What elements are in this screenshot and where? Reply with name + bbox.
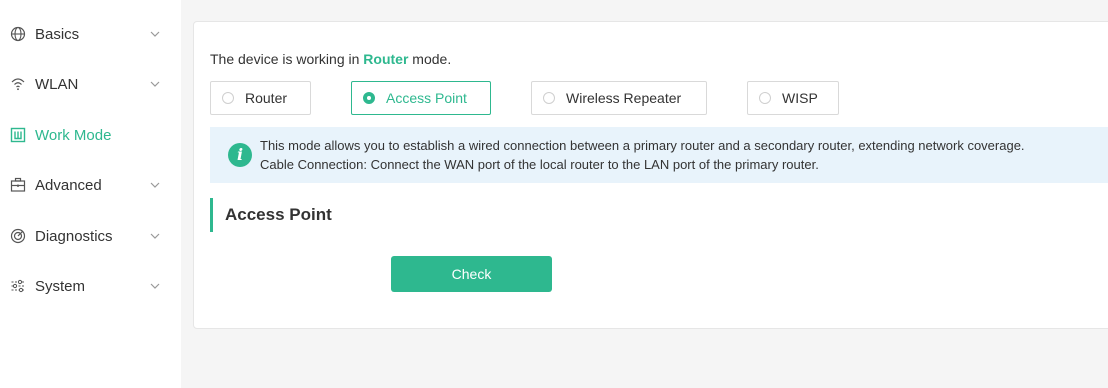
chevron-down-icon <box>150 182 160 188</box>
sidebar-item-label: Advanced <box>35 176 102 194</box>
check-button[interactable]: Check <box>391 256 552 292</box>
section-title: Access Point <box>210 198 332 232</box>
sidebar-item-system[interactable]: System <box>0 271 181 301</box>
wifi-icon <box>10 76 26 92</box>
mode-option-label: WISP <box>782 90 818 106</box>
current-mode: Router <box>363 51 409 67</box>
diagnostics-icon <box>10 228 26 244</box>
sidebar-item-label: System <box>35 277 86 295</box>
system-icon <box>10 278 26 294</box>
info-text: This mode allows you to establish a wire… <box>260 136 1025 174</box>
mode-option-label: Wireless Repeater <box>566 90 682 106</box>
sidebar-item-advanced[interactable]: Advanced <box>0 170 181 200</box>
mode-option-wireless-repeater[interactable]: Wireless Repeater <box>531 81 707 115</box>
radio-button[interactable] <box>222 92 234 104</box>
info-cable-connection: Cable Connection: Connect the WAN port o… <box>260 157 819 172</box>
radio-button[interactable] <box>543 92 555 104</box>
mode-option-label: Router <box>245 90 288 106</box>
sidebar-item-basics[interactable]: Basics <box>0 19 181 49</box>
sidebar-item-work-mode[interactable]: Work Mode <box>0 120 181 150</box>
info-description: This mode allows you to establish a wire… <box>260 138 1025 153</box>
mode-option-wisp[interactable]: WISP <box>747 81 839 115</box>
chevron-down-icon <box>150 233 160 239</box>
sidebar-item-diagnostics[interactable]: Diagnostics <box>0 221 181 251</box>
advanced-icon <box>10 177 26 193</box>
sidebar-item-label: Basics <box>35 25 80 43</box>
sidebar: Basics WLAN Work Mode Advanced Diagnosti… <box>0 0 181 388</box>
mode-option-router[interactable]: Router <box>210 81 311 115</box>
sidebar-item-label: Diagnostics <box>35 227 113 245</box>
info-icon: i <box>228 143 252 167</box>
chevron-down-icon <box>150 283 160 289</box>
work-mode-status: The device is working in Router mode. <box>210 51 452 67</box>
sidebar-item-label: WLAN <box>35 75 79 93</box>
sidebar-item-wlan[interactable]: WLAN <box>0 69 181 99</box>
mode-option-label: Access Point <box>386 90 467 106</box>
radio-button[interactable] <box>363 92 375 104</box>
radio-button[interactable] <box>759 92 771 104</box>
work-mode-icon <box>10 127 26 143</box>
sidebar-item-label: Work Mode <box>35 126 112 144</box>
chevron-down-icon <box>150 81 160 87</box>
info-banner: i This mode allows you to establish a wi… <box>210 127 1108 183</box>
mode-option-access-point[interactable]: Access Point <box>351 81 491 115</box>
globe-icon <box>10 26 26 42</box>
work-mode-panel: The device is working in Router mode. Ro… <box>193 21 1108 329</box>
chevron-down-icon <box>150 31 160 37</box>
